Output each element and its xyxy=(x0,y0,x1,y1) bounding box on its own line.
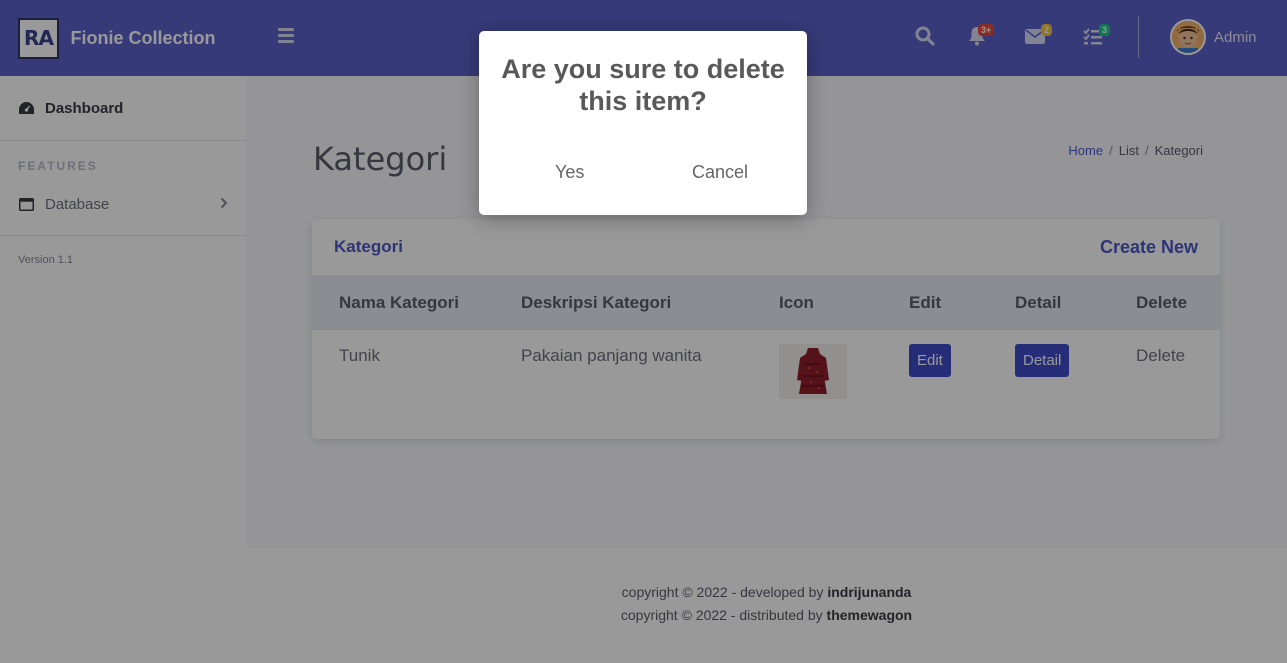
dialog-title: Are you sure to delete this item? xyxy=(501,54,785,116)
cancel-button[interactable]: Cancel xyxy=(692,162,748,183)
yes-button[interactable]: Yes xyxy=(555,162,584,183)
delete-confirm-dialog: Are you sure to delete this item? Yes Ca… xyxy=(479,31,807,215)
